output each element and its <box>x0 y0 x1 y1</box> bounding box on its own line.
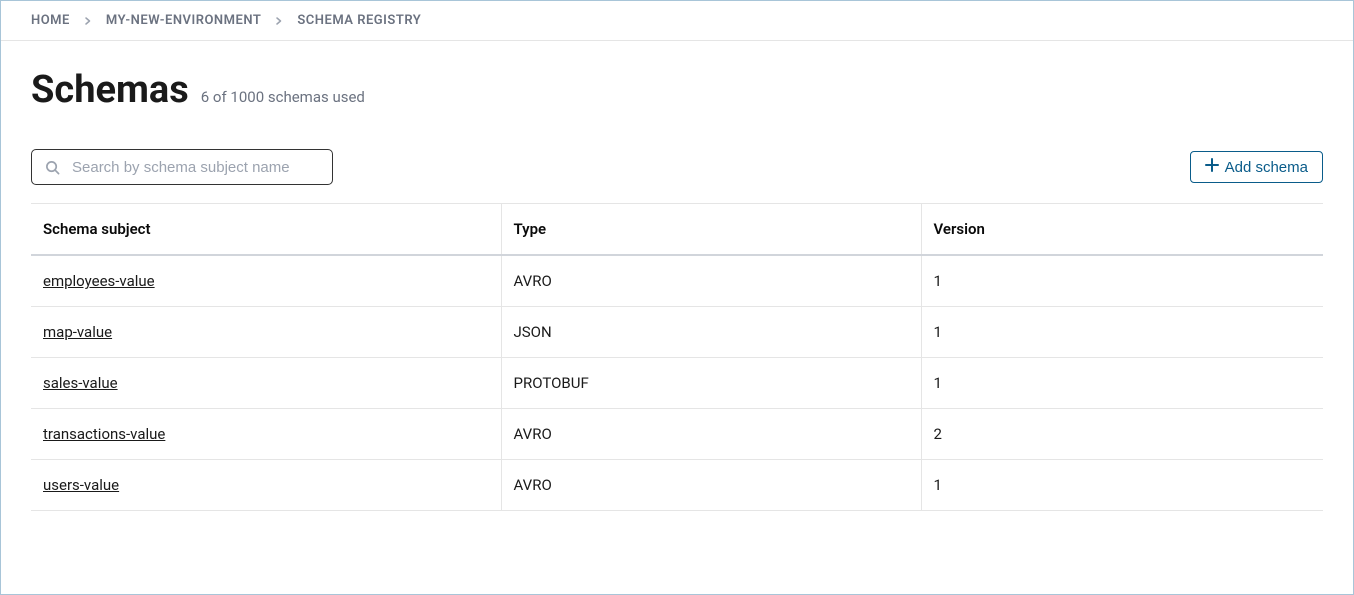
breadcrumb: HOME MY-NEW-ENVIRONMENT SCHEMA REGISTRY <box>1 1 1353 41</box>
search-wrapper <box>31 149 333 185</box>
add-schema-label: Add schema <box>1225 159 1308 176</box>
cell-type: AVRO <box>501 409 921 460</box>
cell-type: JSON <box>501 307 921 358</box>
cell-type: PROTOBUF <box>501 358 921 409</box>
plus-icon <box>1205 158 1219 176</box>
content-area: Schemas 6 of 1000 schemas used <box>1 41 1353 594</box>
subject-link[interactable]: map-value <box>43 323 112 341</box>
schema-table: Schema subject Type Version employees-va… <box>31 203 1323 511</box>
table-row: map-value JSON 1 <box>31 307 1323 358</box>
toolbar: Add schema <box>31 149 1323 185</box>
table-row: employees-value AVRO 1 <box>31 255 1323 307</box>
col-header-subject[interactable]: Schema subject <box>31 204 501 256</box>
search-input[interactable] <box>31 149 333 185</box>
cell-version: 1 <box>921 307 1323 358</box>
col-header-type[interactable]: Type <box>501 204 921 256</box>
cell-version: 1 <box>921 358 1323 409</box>
cell-type: AVRO <box>501 255 921 307</box>
table-row: users-value AVRO 1 <box>31 460 1323 511</box>
add-schema-button[interactable]: Add schema <box>1190 151 1323 183</box>
cell-type: AVRO <box>501 460 921 511</box>
table-row: transactions-value AVRO 2 <box>31 409 1323 460</box>
subject-link[interactable]: users-value <box>43 476 119 494</box>
subject-link[interactable]: employees-value <box>43 272 155 290</box>
breadcrumb-environment[interactable]: MY-NEW-ENVIRONMENT <box>106 13 261 28</box>
page-title: Schemas <box>31 71 189 109</box>
col-header-version[interactable]: Version <box>921 204 1323 256</box>
page-header: Schemas 6 of 1000 schemas used <box>31 71 1323 109</box>
breadcrumb-home[interactable]: HOME <box>31 13 70 28</box>
subject-link[interactable]: transactions-value <box>43 425 165 443</box>
subject-link[interactable]: sales-value <box>43 374 118 392</box>
cell-version: 1 <box>921 255 1323 307</box>
page-frame: HOME MY-NEW-ENVIRONMENT SCHEMA REGISTRY … <box>0 0 1354 595</box>
cell-version: 1 <box>921 460 1323 511</box>
table-row: sales-value PROTOBUF 1 <box>31 358 1323 409</box>
page-subtitle: 6 of 1000 schemas used <box>201 88 365 106</box>
cell-version: 2 <box>921 409 1323 460</box>
chevron-right-icon <box>275 17 283 25</box>
breadcrumb-schema-registry[interactable]: SCHEMA REGISTRY <box>297 13 421 28</box>
chevron-right-icon <box>84 17 92 25</box>
